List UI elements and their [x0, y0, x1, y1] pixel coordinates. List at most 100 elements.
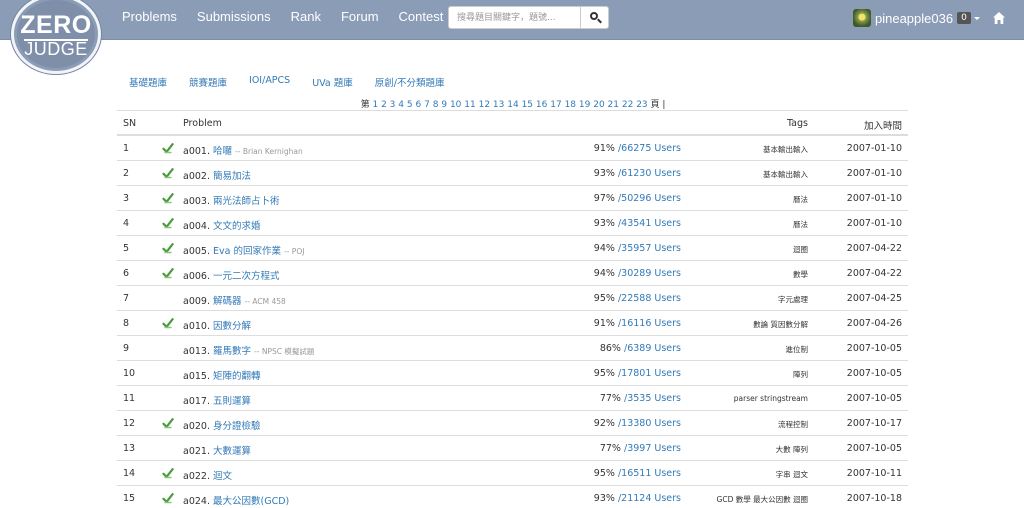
page-link[interactable]: 18	[565, 100, 576, 110]
row-tags[interactable]: 字元處理	[778, 294, 808, 305]
row-problem: a015. 矩陣的翻轉	[183, 368, 261, 382]
row-tags[interactable]: 大數 陣列	[776, 444, 808, 455]
problem-title-link[interactable]: 矩陣的翻轉	[213, 371, 261, 382]
acceptance-rate: 95%	[593, 468, 615, 479]
users-link[interactable]: /30289 Users	[618, 268, 681, 279]
users-link[interactable]: /17801 Users	[618, 368, 681, 379]
users-link[interactable]: /43541 Users	[618, 218, 681, 229]
problem-title-link[interactable]: 迴文	[213, 471, 232, 482]
page-link[interactable]: 10	[450, 100, 461, 110]
row-tags[interactable]: 迴圈	[793, 244, 808, 255]
problem-title-link[interactable]: Eva 的回家作業	[213, 246, 281, 257]
users-link[interactable]: /66275 Users	[618, 143, 681, 154]
tab-basic[interactable]: 基礎題庫	[118, 75, 178, 89]
row-tags[interactable]: GCD 數學 最大公因數 迴圈	[717, 494, 808, 505]
page-link[interactable]: 19	[579, 100, 590, 110]
page-link[interactable]: 7	[424, 100, 430, 110]
users-link[interactable]: /6389 Users	[624, 343, 681, 354]
page-link[interactable]: 8	[433, 100, 439, 110]
page-link[interactable]: 12	[479, 100, 490, 110]
page-link[interactable]: 4	[398, 100, 404, 110]
problem-id: a020.	[183, 421, 210, 432]
table-row: 8 a010. 因數分解 91% /16116 Users 數論 質因數分解 2007…	[117, 311, 908, 336]
users-link[interactable]: /13380 Users	[618, 418, 681, 429]
users-link[interactable]: /3997 Users	[624, 443, 681, 454]
row-tags[interactable]: 字串 迴文	[776, 469, 808, 480]
page-link[interactable]: 13	[493, 100, 504, 110]
problem-title-link[interactable]: 大數運算	[213, 446, 251, 457]
page-link[interactable]: 20	[593, 100, 604, 110]
nav-problems[interactable]: Problems	[112, 0, 187, 40]
problem-table: SN Problem Tags 加入時間 1 a001. 哈囉 -- Brian …	[117, 110, 908, 508]
problem-title-link[interactable]: 哈囉	[213, 146, 232, 157]
page-link[interactable]: 3	[390, 100, 396, 110]
problem-title-link[interactable]: 最大公因數(GCD)	[213, 496, 289, 507]
page-link[interactable]: 16	[536, 100, 547, 110]
page-link[interactable]: 21	[608, 100, 619, 110]
page-link[interactable]: 5	[407, 100, 413, 110]
problem-title-link[interactable]: 文文的求婚	[213, 221, 261, 232]
row-date: 2007-01-10	[846, 218, 902, 229]
row-tags[interactable]: 陣列	[793, 369, 808, 380]
page-link[interactable]: 6	[416, 100, 422, 110]
problem-title-link[interactable]: 羅馬數字	[213, 346, 251, 357]
users-link[interactable]: /3535 Users	[624, 393, 681, 404]
users-link[interactable]: /21124 Users	[618, 493, 681, 504]
row-date: 2007-10-18	[846, 493, 902, 504]
nav-contest[interactable]: Contest	[389, 0, 454, 40]
problem-title-link[interactable]: 五則運算	[213, 396, 251, 407]
row-tags[interactable]: 基本輸出輸入	[763, 169, 808, 180]
check-icon	[162, 242, 174, 257]
problem-author: -- POJ	[284, 247, 305, 256]
users-link[interactable]: /16116 Users	[618, 318, 681, 329]
row-tags[interactable]: 流程控制	[778, 419, 808, 430]
problem-title-link[interactable]: 因數分解	[213, 321, 251, 332]
tab-original[interactable]: 原創/不分類題庫	[364, 75, 456, 89]
nav-submissions[interactable]: Submissions	[187, 0, 281, 40]
page-link[interactable]: 9	[441, 100, 447, 110]
page-link[interactable]: 15	[522, 100, 533, 110]
logo-text-top: ZERO	[20, 11, 92, 39]
row-tags[interactable]: 進位制	[786, 344, 809, 355]
page-link[interactable]: 17	[550, 100, 561, 110]
problem-title-link[interactable]: 身分證檢驗	[213, 421, 261, 432]
home-icon[interactable]	[992, 11, 1006, 25]
search-input[interactable]	[448, 6, 581, 29]
problem-title-link[interactable]: 解碼器	[213, 296, 242, 307]
problem-title-link[interactable]: 簡易加法	[213, 171, 251, 182]
row-tags[interactable]: 基本輸出輸入	[763, 144, 808, 155]
row-tags[interactable]: parser stringstream	[734, 394, 808, 403]
zerojudge-logo[interactable]: ZERO JUDGE	[11, 0, 101, 74]
tab-ioi-apcs[interactable]: IOI/APCS	[238, 75, 301, 89]
row-problem: a005. Eva 的回家作業 -- POJ	[183, 243, 304, 257]
nav-rank[interactable]: Rank	[281, 0, 331, 40]
page-link[interactable]: 11	[464, 100, 475, 110]
row-tags[interactable]: 數學	[793, 269, 808, 280]
user-menu[interactable]: pineapple036 0	[853, 9, 980, 27]
row-tags[interactable]: 曆法	[793, 194, 808, 205]
page-link[interactable]: 14	[507, 100, 518, 110]
tab-uva[interactable]: UVa 題庫	[301, 75, 364, 89]
table-row: 6 a006. 一元二次方程式 94% /30289 Users 數學 2007-04…	[117, 261, 908, 286]
row-tags[interactable]: 曆法	[793, 219, 808, 230]
users-link[interactable]: /50296 Users	[618, 193, 681, 204]
page-link[interactable]: 2	[381, 100, 387, 110]
row-tags[interactable]: 數論 質因數分解	[753, 319, 808, 330]
row-sn: 6	[123, 268, 130, 279]
page-link[interactable]: 22	[622, 100, 633, 110]
users-link[interactable]: /16511 Users	[618, 468, 681, 479]
table-row: 3 a003. 兩光法師占卜術 97% /50296 Users 曆法 2007-01…	[117, 186, 908, 211]
page-link[interactable]: 23	[636, 100, 647, 110]
users-link[interactable]: /61230 Users	[618, 168, 681, 179]
search-button[interactable]	[581, 6, 609, 29]
problem-title-link[interactable]: 一元二次方程式	[213, 271, 280, 282]
users-link[interactable]: /35957 Users	[618, 243, 681, 254]
tab-contest[interactable]: 競賽題庫	[178, 75, 238, 89]
page-link[interactable]: 1	[372, 100, 378, 110]
nav-forum[interactable]: Forum	[331, 0, 389, 40]
row-problem: a017. 五則運算	[183, 393, 251, 407]
problem-title-link[interactable]: 兩光法師占卜術	[213, 196, 280, 207]
acceptance-rate: 93%	[593, 493, 615, 504]
row-sn: 8	[123, 318, 130, 329]
users-link[interactable]: /22588 Users	[618, 293, 681, 304]
